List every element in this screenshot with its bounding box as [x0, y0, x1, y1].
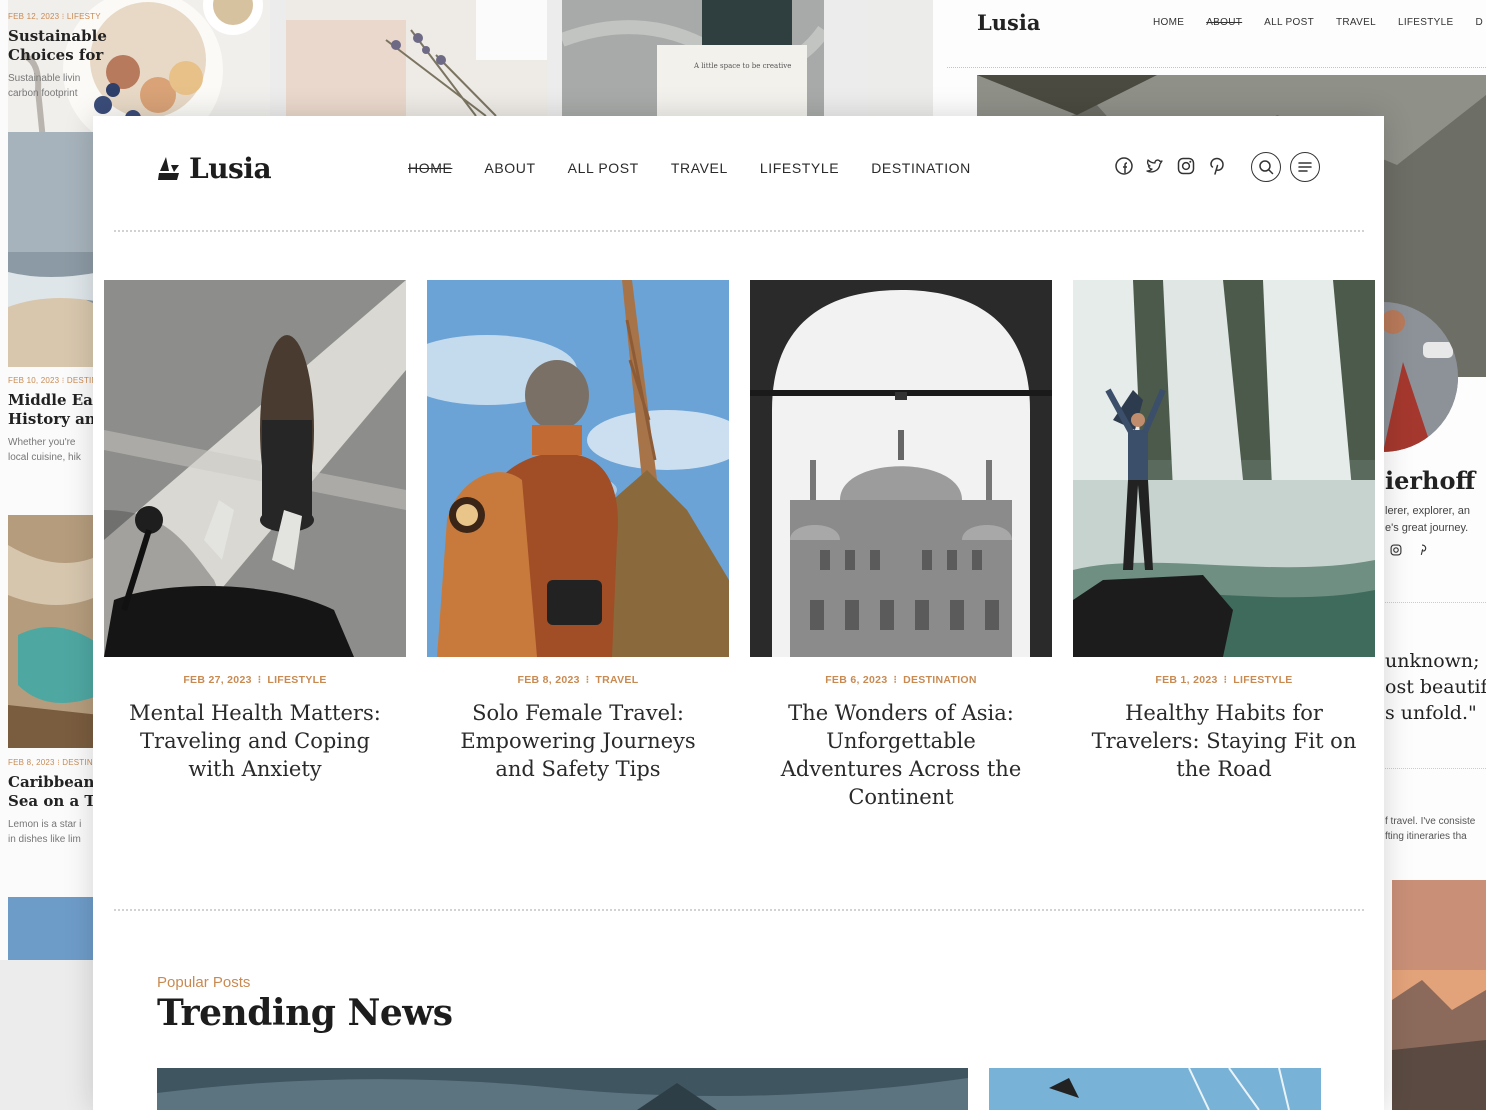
- bg-left-card: FEB 12, 2023 ⁝ LIFESTY Sustainable Choice…: [8, 12, 107, 99]
- bg-photo-beach: [8, 132, 100, 367]
- twitter-icon[interactable]: [1145, 156, 1165, 176]
- bg-author-social: [1389, 543, 1429, 557]
- pinterest-icon[interactable]: [1207, 156, 1227, 176]
- instagram-icon[interactable]: [1176, 156, 1196, 176]
- post-thumbnail-skateboard[interactable]: [104, 280, 406, 657]
- post-meta: FEB 6, 2023 ⁝ DESTINATION: [825, 674, 977, 686]
- menu-button[interactable]: [1290, 152, 1320, 182]
- nav-item-destination[interactable]: DESTINATION: [871, 160, 971, 176]
- bg-author-bio: lerer, explorer, an e's great journey.: [1385, 505, 1470, 534]
- nav-item-lifestyle[interactable]: LIFESTYLE: [760, 160, 839, 176]
- bg-photo-book: A little space to be creative: [562, 0, 824, 116]
- nav-item-travel[interactable]: TRAVEL: [671, 160, 728, 176]
- main-nav: HOME ABOUT ALL POST TRAVEL LIFESTYLE DES…: [408, 160, 971, 176]
- post-meta: FEB 1, 2023 ⁝ LIFESTYLE: [1155, 674, 1293, 686]
- section-divider: [114, 909, 1364, 911]
- section-title: Trending News: [157, 992, 453, 1034]
- bg-left-card: FEB 8, 2023 ⁝ DESTIN Caribbean I Sea on a…: [8, 758, 107, 845]
- bg-photo-sky: [8, 897, 100, 960]
- post-date: FEB 27, 2023: [183, 674, 252, 686]
- nav-item-about[interactable]: ABOUT: [484, 160, 535, 176]
- post-category[interactable]: DESTINATION: [903, 674, 977, 686]
- trending-thumbnail[interactable]: [157, 1068, 968, 1110]
- bg-author-name: ierhoff: [1385, 466, 1476, 495]
- bg-right-nav: HOME ABOUT ALL POST TRAVEL LIFESTYLE D: [1153, 17, 1483, 28]
- bg-photo-lavender: [286, 0, 547, 116]
- bg-left-card: FEB 10, 2023 ⁝ DESTIN Middle East History…: [8, 376, 109, 463]
- post-thumbnail-backpacker[interactable]: [427, 280, 729, 657]
- pinterest-icon: [1420, 544, 1427, 556]
- post-date: FEB 8, 2023: [517, 674, 580, 686]
- post-category[interactable]: TRAVEL: [595, 674, 638, 686]
- post-card[interactable]: FEB 1, 2023 ⁝ LIFESTYLE Healthy Habits for…: [1073, 280, 1375, 811]
- post-thumbnail-waterfall[interactable]: [1073, 280, 1375, 657]
- logo-mark-icon: [158, 156, 179, 180]
- bg-left-page: FEB 12, 2023 ⁝ LIFESTY Sustainable Choice…: [0, 0, 109, 960]
- bg-photo-coast: [8, 515, 100, 748]
- bg-photo-sunset: [1392, 880, 1486, 1110]
- nav-item-home[interactable]: HOME: [408, 160, 452, 176]
- post-title[interactable]: Solo Female Travel: Empowering Journeys …: [427, 699, 729, 783]
- post-card[interactable]: FEB 8, 2023 ⁝ TRAVEL Solo Female Travel: E…: [427, 280, 729, 811]
- site-logo[interactable]: Lusia: [157, 152, 272, 185]
- search-icon: [1259, 160, 1274, 175]
- header-divider: [114, 230, 1364, 232]
- facebook-icon[interactable]: [1114, 156, 1134, 176]
- section-kicker: Popular Posts: [157, 974, 251, 991]
- main-page: Lusia HOME ABOUT ALL POST TRAVEL LIFESTY…: [93, 116, 1384, 1110]
- menu-icon: [1298, 162, 1312, 172]
- social-links: [1114, 156, 1227, 176]
- post-card[interactable]: FEB 27, 2023 ⁝ LIFESTYLE Mental Health Mat…: [104, 280, 406, 811]
- bg-book-text: A little space to be creative: [694, 62, 792, 70]
- nav-item-all-post[interactable]: ALL POST: [568, 160, 639, 176]
- post-category[interactable]: LIFESTYLE: [1233, 674, 1292, 686]
- site-logo-text: Lusia: [189, 152, 272, 185]
- post-meta: FEB 8, 2023 ⁝ TRAVEL: [517, 674, 639, 686]
- instagram-icon: [1390, 544, 1402, 556]
- bg-quote: unknown; ost beautif s unfold.": [1385, 650, 1486, 724]
- post-thumbnail-mosque[interactable]: [750, 280, 1052, 657]
- bg-right-text: f travel. I've consiste fting itinerarie…: [1385, 816, 1476, 842]
- bg-photo-strip: [868, 0, 933, 116]
- search-button[interactable]: [1251, 152, 1281, 182]
- trending-thumbnail[interactable]: [989, 1068, 1321, 1110]
- post-date: FEB 1, 2023: [1155, 674, 1218, 686]
- post-card[interactable]: FEB 6, 2023 ⁝ DESTINATION The Wonders of A…: [750, 280, 1052, 811]
- post-category[interactable]: LIFESTYLE: [267, 674, 326, 686]
- post-title[interactable]: The Wonders of Asia: Unforgettable Adven…: [750, 699, 1052, 811]
- featured-posts: FEB 27, 2023 ⁝ LIFESTYLE Mental Health Mat…: [104, 280, 1375, 811]
- post-date: FEB 6, 2023: [825, 674, 888, 686]
- post-title[interactable]: Mental Health Matters: Traveling and Cop…: [104, 699, 406, 783]
- bg-right-logo: Lusia: [977, 10, 1041, 35]
- post-meta: FEB 27, 2023 ⁝ LIFESTYLE: [183, 674, 327, 686]
- post-title[interactable]: Healthy Habits for Travelers: Staying Fi…: [1073, 699, 1375, 783]
